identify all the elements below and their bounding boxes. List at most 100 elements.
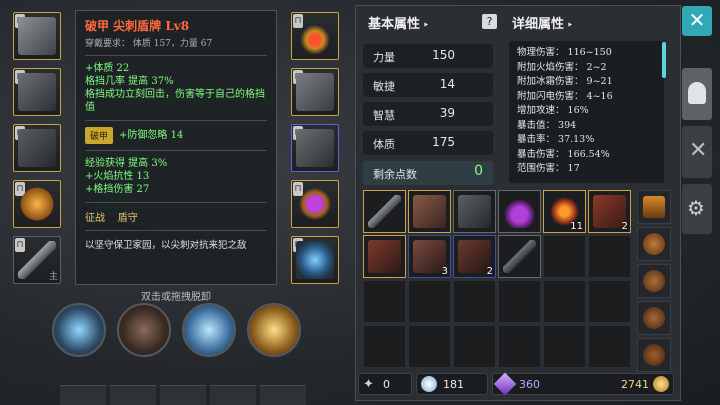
bottom-tab[interactable] bbox=[110, 385, 156, 405]
gloves-icon bbox=[413, 195, 446, 228]
divider bbox=[85, 202, 267, 203]
inventory-slot[interactable]: 3 bbox=[408, 235, 451, 278]
category-equipment[interactable] bbox=[637, 227, 671, 261]
stat-label: 力量 bbox=[373, 51, 395, 64]
item-count: 3 bbox=[441, 266, 448, 277]
detail-stat: 增加攻速： 16% bbox=[517, 105, 589, 116]
tab-settings[interactable]: ⚙ bbox=[682, 184, 712, 234]
set-badge: 破甲 bbox=[85, 127, 114, 144]
detail-stat: 暴击率： 37.13% bbox=[517, 134, 595, 145]
item-title: 破甲 尖刺盾牌 Lv8 bbox=[85, 19, 190, 33]
skill-slash-icon[interactable] bbox=[52, 303, 106, 357]
category-consumables[interactable] bbox=[637, 264, 671, 298]
category-misc[interactable] bbox=[637, 338, 671, 372]
chest-slot[interactable]: ⊓ bbox=[13, 68, 61, 116]
gloves-slot[interactable]: ⊓ bbox=[291, 68, 339, 116]
ring-slot-right[interactable]: ⊓ bbox=[291, 180, 339, 228]
mainhand-slot[interactable]: ⊓ 主 bbox=[13, 236, 61, 284]
inventory-slot[interactable] bbox=[408, 280, 451, 323]
bottom-tab[interactable] bbox=[60, 385, 106, 405]
amulet-slot[interactable]: ⊓ bbox=[291, 12, 339, 60]
inventory-slot[interactable] bbox=[543, 280, 586, 323]
detail-stat: 附加火焰伤害： 2~2 bbox=[517, 61, 607, 73]
gem-ring-icon bbox=[296, 185, 334, 223]
legs-slot[interactable]: ⊓ bbox=[13, 124, 61, 172]
inventory-slot[interactable] bbox=[588, 325, 631, 368]
offhand-slot[interactable]: ⊓ bbox=[291, 236, 339, 284]
close-button[interactable]: ✕ bbox=[682, 6, 712, 36]
sword-icon bbox=[368, 195, 401, 228]
detail-stat: 暴击值： 394 bbox=[517, 119, 577, 131]
detail-scrollbar[interactable] bbox=[662, 42, 666, 78]
detail-attributes-title: 详细属性 ‣ bbox=[512, 17, 573, 32]
item-stat: 格挡成功立刻回击，伤害等于自己的格挡值 bbox=[85, 89, 265, 113]
keys-value: 0 bbox=[383, 378, 390, 391]
item-stat: 格挡几率 提高 37% bbox=[85, 76, 174, 87]
tab-character[interactable] bbox=[682, 68, 712, 120]
inventory-slot[interactable]: 11 bbox=[543, 190, 586, 233]
divider bbox=[85, 150, 267, 151]
inventory-slot[interactable] bbox=[498, 190, 541, 233]
inventory-slot[interactable] bbox=[363, 235, 406, 278]
inventory-slot[interactable] bbox=[363, 280, 406, 323]
helmet-item-icon bbox=[18, 17, 56, 55]
detail-stat: 附加冰霜伤害： 9~21 bbox=[517, 76, 613, 87]
stat-value: 14 bbox=[439, 77, 455, 91]
inventory-slot[interactable] bbox=[453, 280, 496, 323]
potion-icon bbox=[503, 195, 536, 228]
inventory-slot[interactable] bbox=[453, 190, 496, 233]
skill-claw-icon[interactable] bbox=[117, 303, 171, 357]
chest-armor-icon bbox=[18, 73, 56, 111]
inventory-grid: 11 2 3 2 bbox=[363, 190, 633, 370]
sword-icon bbox=[503, 240, 536, 273]
gem-icon bbox=[493, 372, 517, 396]
boots-slot[interactable]: ⊓ bbox=[291, 124, 339, 172]
skill-wind-icon[interactable] bbox=[182, 303, 236, 357]
gold-coin-icon bbox=[653, 376, 669, 392]
bottom-tab[interactable] bbox=[260, 385, 306, 405]
gauntlet-icon bbox=[296, 73, 334, 111]
inventory-slot[interactable] bbox=[408, 190, 451, 233]
item-tags: 征战 盾守 bbox=[85, 213, 138, 224]
bottom-tab[interactable] bbox=[210, 385, 256, 405]
inventory-slot[interactable] bbox=[588, 235, 631, 278]
stat-label: 体质 bbox=[373, 138, 395, 151]
divider bbox=[85, 230, 267, 231]
inventory-slot[interactable] bbox=[408, 325, 451, 368]
detail-stat: 范围伤害： 17 bbox=[517, 163, 580, 174]
ring-icon bbox=[18, 185, 56, 223]
bag-icon bbox=[643, 270, 665, 292]
stat-wisdom: 智慧 39 bbox=[363, 102, 493, 126]
divider bbox=[85, 120, 267, 121]
inventory-slot[interactable]: 2 bbox=[588, 190, 631, 233]
stat-info-icon[interactable]: ? bbox=[482, 14, 497, 29]
pouch-icon bbox=[643, 344, 665, 366]
skill-shield-icon[interactable] bbox=[247, 303, 301, 357]
helmet-slot[interactable]: ⊓ bbox=[13, 12, 61, 60]
detail-stats-list[interactable]: 物理伤害： 116~150 附加火焰伤害： 2~2 附加冰霜伤害： 9~21 附… bbox=[509, 41, 664, 183]
category-all[interactable] bbox=[637, 190, 671, 224]
category-materials[interactable] bbox=[637, 301, 671, 335]
basic-attributes-title: 基本属性 ‣ bbox=[368, 17, 429, 32]
stat-label: 智慧 bbox=[373, 109, 395, 122]
remaining-points: 剩余点数 0 bbox=[363, 161, 493, 185]
detail-stat: 物理伤害： 116~150 bbox=[517, 47, 612, 58]
inventory-slot[interactable] bbox=[588, 280, 631, 323]
points-value: 0 bbox=[474, 163, 483, 179]
inventory-slot[interactable] bbox=[498, 235, 541, 278]
stat-strength: 力量 150 bbox=[363, 44, 493, 68]
inventory-slot[interactable] bbox=[363, 325, 406, 368]
ring-slot-left[interactable]: ⊓ bbox=[13, 180, 61, 228]
inventory-slot[interactable] bbox=[363, 190, 406, 233]
key-icon: ✦ bbox=[363, 377, 374, 392]
inventory-slot[interactable] bbox=[453, 325, 496, 368]
gems-counter: 360 2741 bbox=[492, 372, 674, 396]
inventory-slot[interactable]: 2 bbox=[453, 235, 496, 278]
inventory-slot[interactable] bbox=[543, 325, 586, 368]
inventory-slot[interactable] bbox=[543, 235, 586, 278]
bottom-tab[interactable] bbox=[160, 385, 206, 405]
inventory-slot[interactable] bbox=[498, 325, 541, 368]
inventory-slot[interactable] bbox=[498, 280, 541, 323]
detail-stat: 暴击伤害： 166.54% bbox=[517, 148, 610, 160]
tab-skills[interactable]: ✕ bbox=[682, 126, 712, 178]
